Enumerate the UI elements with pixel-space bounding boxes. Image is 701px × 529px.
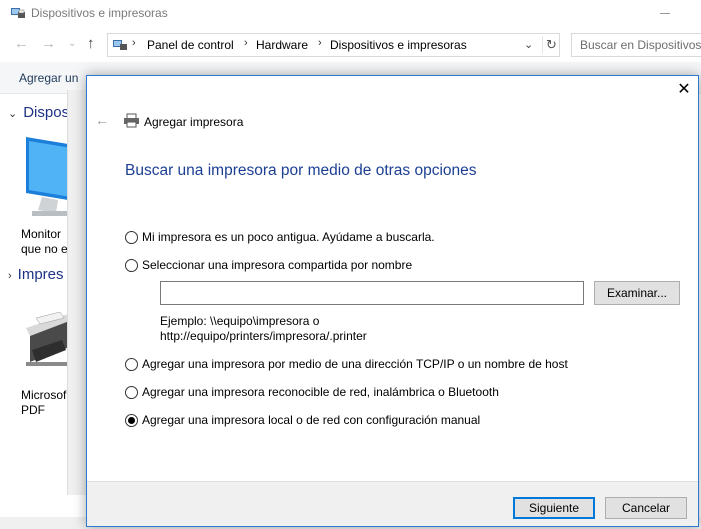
browse-button[interactable]: Examinar... (594, 281, 680, 305)
example-text: Ejemplo: \\equipo\impresora o http://equ… (160, 314, 367, 344)
control-panel-icon (113, 40, 127, 50)
add-printer-dialog: ✕ ← Agregar impresora Buscar una impreso… (86, 75, 699, 527)
devices-printers-icon (11, 8, 25, 18)
address-bar[interactable]: › Panel de control › Hardware › Disposit… (107, 33, 560, 57)
add-device-button[interactable]: Agregar un (19, 71, 78, 85)
device-label-line: Monitor (21, 227, 62, 241)
option-tcp-ip[interactable]: Agregar una impresora por medio de una d… (125, 357, 568, 371)
device-label-microsoft-pdf[interactable]: Microsof PDF (21, 388, 66, 418)
collapse-chevron-icon: › (8, 270, 12, 282)
radio-button[interactable] (125, 357, 138, 371)
group-header-devices[interactable]: ⌄ Disposi (8, 104, 72, 121)
up-arrow-icon[interactable]: ↑ (87, 36, 95, 52)
example-line: http://equipo/printers/impresora/.printe… (160, 329, 367, 343)
option-old-printer[interactable]: Mi impresora es un poco antigua. Ayúdame… (125, 230, 435, 244)
back-arrow-icon[interactable]: ← (14, 36, 29, 52)
page-heading: Buscar una impresora por medio de otras … (125, 162, 477, 179)
device-label-line: que no e (21, 242, 68, 256)
radio-button[interactable] (125, 230, 138, 244)
breadcrumb-control-panel[interactable]: Panel de control (147, 38, 234, 52)
close-button[interactable]: ✕ (677, 82, 691, 98)
group-header-label: Disposi (23, 104, 73, 121)
device-label-line: PDF (21, 403, 45, 417)
explorer-titlebar: Dispositivos e impresoras (0, 0, 701, 28)
recent-locations-chevron-icon[interactable]: ⌄ (68, 36, 76, 52)
cancel-button[interactable]: Cancelar (605, 497, 687, 519)
option-shared-by-name[interactable]: Seleccionar una impresora compartida por… (125, 258, 412, 272)
radio-button[interactable] (125, 258, 138, 272)
shared-printer-name-input[interactable] (160, 281, 584, 305)
group-header-label: Impres (17, 266, 64, 283)
minimize-button[interactable] (660, 13, 670, 14)
search-input[interactable]: Buscar en Dispositivos e i (571, 33, 701, 57)
device-label-line: Microsof (21, 388, 67, 402)
printer-icon (124, 113, 139, 128)
device-label-monitor[interactable]: Monitor que no e (21, 227, 68, 257)
breadcrumb-separator-icon: › (132, 37, 136, 49)
option-network-wireless-bluetooth[interactable]: Agregar una impresora reconocible de red… (125, 385, 499, 399)
breadcrumb-separator-icon: › (244, 37, 248, 49)
option-label: Agregar una impresora por medio de una d… (142, 357, 568, 371)
option-label: Agregar una impresora reconocible de red… (142, 385, 499, 399)
example-line: Ejemplo: \\equipo\impresora o (160, 314, 320, 328)
option-label: Agregar una impresora local o de red con… (142, 413, 481, 427)
breadcrumb-separator-icon: › (318, 37, 322, 49)
address-history-chevron-icon[interactable]: ⌄ (524, 38, 533, 51)
option-label: Mi impresora es un poco antigua. Ayúdame… (142, 230, 435, 244)
option-label: Seleccionar una impresora compartida por… (142, 258, 413, 272)
collapse-chevron-icon: ⌄ (8, 108, 18, 120)
group-header-printers[interactable]: › Impres (8, 266, 64, 283)
radio-button[interactable] (125, 385, 138, 399)
forward-arrow-icon[interactable]: → (41, 36, 56, 52)
window-title: Dispositivos e impresoras (31, 6, 168, 20)
next-button[interactable]: Siguiente (513, 497, 595, 519)
option-local-manual[interactable]: Agregar una impresora local o de red con… (125, 413, 480, 427)
radio-button-selected[interactable] (125, 413, 138, 427)
back-arrow-icon[interactable]: ← (95, 112, 109, 128)
refresh-icon[interactable]: ↻ (542, 36, 560, 54)
dialog-footer: Siguiente Cancelar (87, 481, 698, 526)
breadcrumb-hardware[interactable]: Hardware (256, 38, 308, 52)
breadcrumb-devices-printers[interactable]: Dispositivos e impresoras (330, 38, 467, 52)
dialog-caption: Agregar impresora (144, 115, 244, 129)
